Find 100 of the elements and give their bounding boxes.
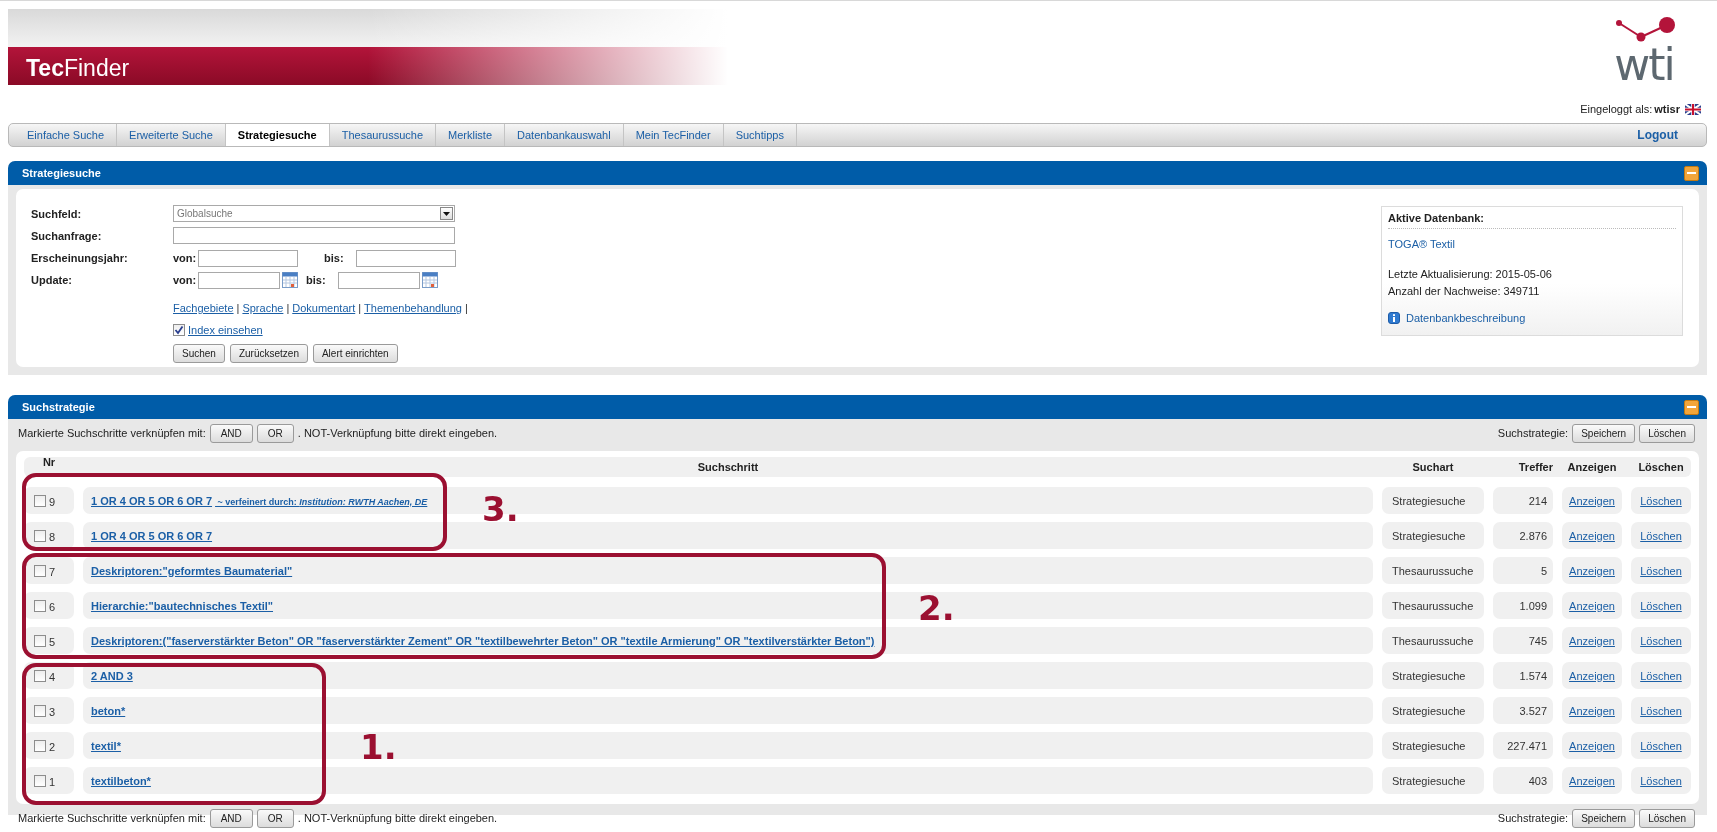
calendar-icon[interactable] (282, 272, 298, 288)
tab[interactable]: Erweiterte Suche (117, 124, 226, 146)
delete-button[interactable]: Löschen (1639, 423, 1695, 443)
form-button[interactable]: Suchen (173, 343, 225, 363)
filter-link[interactable]: Themenbehandlung (364, 302, 462, 314)
combine-button[interactable]: AND (209, 423, 253, 443)
step-number: 9 (49, 496, 56, 508)
info-line: Anzahl der Nachweise: 349711 (1388, 284, 1541, 299)
checkbox[interactable] (34, 669, 46, 682)
combine-button[interactable]: OR (256, 423, 294, 443)
field-label: Update: (31, 274, 73, 286)
step-link[interactable]: Deskriptoren:("faserverstärkter Beton" OR "faserverstärkter Zement" OR "textilbewehrter Beton" OR "textile Armierung" OR "textilverstärkter Beton") (91, 634, 875, 647)
collapse-button[interactable] (1684, 399, 1699, 415)
combine-label: Markierte Suchschritte verknüpfen mit: (18, 427, 206, 439)
query-field[interactable] (173, 227, 455, 244)
type-cell: Thesaurussuche (1382, 592, 1484, 619)
filter-link[interactable]: Sprache (242, 302, 284, 314)
show-link[interactable]: Anzeigen (1569, 739, 1615, 752)
step-link[interactable]: Hierarchie:"bautechnisches Textil" (91, 599, 273, 612)
show-link[interactable]: Anzeigen (1569, 599, 1615, 612)
to-field[interactable] (356, 249, 456, 267)
checkbox[interactable] (173, 324, 185, 336)
show-link[interactable]: Anzeigen (1569, 634, 1615, 647)
step-link[interactable]: 1 OR 4 OR 5 OR 6 OR 7 (91, 529, 213, 542)
tab[interactable]: Strategiesuche (225, 124, 330, 146)
delete-link[interactable]: Löschen (1640, 704, 1682, 717)
step-link[interactable]: 1 OR 4 OR 5 OR 6 OR 7 ~ verfeinert durch: Institution: RWTH Aachen, DE (91, 494, 428, 507)
not-hint: . NOT-Verknüpfung bitte direkt eingeben. (297, 812, 498, 824)
link-separator: | (464, 302, 468, 314)
description-link[interactable]: Datenbankbeschreibung (1406, 312, 1526, 324)
show-link[interactable]: Anzeigen (1569, 669, 1615, 682)
combine-button[interactable]: OR (256, 808, 294, 828)
from-field[interactable] (198, 249, 298, 267)
tab[interactable]: Suchtipps (723, 124, 797, 146)
step-number: 4 (49, 671, 56, 683)
checkbox[interactable] (34, 494, 46, 507)
tab[interactable]: Merkliste (436, 124, 506, 146)
checkbox[interactable] (34, 739, 46, 752)
hits-cell: 5 (1493, 557, 1553, 584)
show-link[interactable]: Anzeigen (1569, 564, 1615, 577)
tab[interactable]: Datenbankauswahl (505, 124, 624, 146)
hits-cell: 227.471 (1493, 732, 1553, 759)
filter-link[interactable]: Dokumentart (292, 302, 356, 314)
from-field[interactable] (198, 271, 280, 289)
column-header: Nr (41, 456, 57, 468)
checkbox[interactable] (34, 564, 46, 577)
checkbox[interactable] (34, 529, 46, 542)
checkbox[interactable] (34, 704, 46, 717)
caret-icon (443, 211, 450, 216)
show-link[interactable]: Anzeigen (1569, 494, 1615, 507)
checkbox[interactable] (34, 634, 46, 647)
step-link[interactable]: beton* (91, 704, 126, 717)
step-link[interactable]: Deskriptoren:"geformtes Baumaterial" (91, 564, 293, 577)
save-button[interactable]: Speichern (1572, 423, 1636, 443)
database-link[interactable]: TOGA® Textil (1388, 238, 1676, 250)
login-user: wtisr (1654, 103, 1680, 115)
step-link[interactable]: textil* (91, 739, 121, 752)
flag-icon[interactable] (1685, 103, 1701, 115)
tab[interactable]: Thesaurussuche (329, 124, 437, 146)
not-hint: . NOT-Verknüpfung bitte direkt eingeben. (297, 427, 498, 439)
delete-link[interactable]: Löschen (1640, 494, 1682, 507)
save-label: Suchstrategie: (1497, 427, 1569, 439)
checkbox[interactable] (34, 774, 46, 787)
delete-link[interactable]: Löschen (1640, 564, 1682, 577)
combine-button[interactable]: AND (209, 808, 253, 828)
delete-link[interactable]: Löschen (1640, 599, 1682, 612)
type-cell: Strategiesuche (1382, 522, 1484, 549)
delete-link[interactable]: Löschen (1640, 739, 1682, 752)
step-link[interactable]: 2 AND 3 (91, 669, 133, 682)
filter-link[interactable]: Fachgebiete (173, 302, 234, 314)
delete-button[interactable]: Löschen (1639, 808, 1695, 828)
to-field[interactable] (338, 271, 420, 289)
calendar-icon[interactable] (422, 272, 438, 288)
logo-text: wti (1614, 45, 1674, 85)
tab[interactable]: Einfache Suche (15, 124, 118, 146)
panel-title: Suchstrategie (22, 401, 95, 413)
step-number: 3 (49, 706, 56, 718)
form-button[interactable]: Zurücksetzen (229, 343, 308, 363)
index-link[interactable]: Index einsehen (188, 324, 263, 336)
hits-cell: 2.876 (1493, 522, 1553, 549)
checkbox[interactable] (34, 599, 46, 612)
show-link[interactable]: Anzeigen (1569, 774, 1615, 787)
delete-link[interactable]: Löschen (1640, 669, 1682, 682)
delete-link[interactable]: Löschen (1640, 634, 1682, 647)
collapse-button[interactable] (1684, 165, 1699, 181)
to-label: bis: (324, 252, 345, 264)
app-title: TecFinder (26, 55, 130, 82)
search-field-select[interactable]: Globalsuche (173, 205, 455, 222)
form-button[interactable]: Alert einrichten (312, 343, 398, 363)
step-number: 6 (49, 601, 56, 613)
show-link[interactable]: Anzeigen (1569, 704, 1615, 717)
tab[interactable]: Mein TecFinder (623, 124, 724, 146)
show-link[interactable]: Anzeigen (1569, 529, 1615, 542)
save-button[interactable]: Speichern (1572, 808, 1636, 828)
step-number: 1 (49, 776, 56, 788)
delete-link[interactable]: Löschen (1640, 774, 1682, 787)
delete-link[interactable]: Löschen (1640, 529, 1682, 542)
step-link[interactable]: textilbeton* (91, 774, 151, 787)
logout-link[interactable]: Logout (1637, 128, 1706, 142)
column-header: Treffer (1517, 461, 1553, 473)
